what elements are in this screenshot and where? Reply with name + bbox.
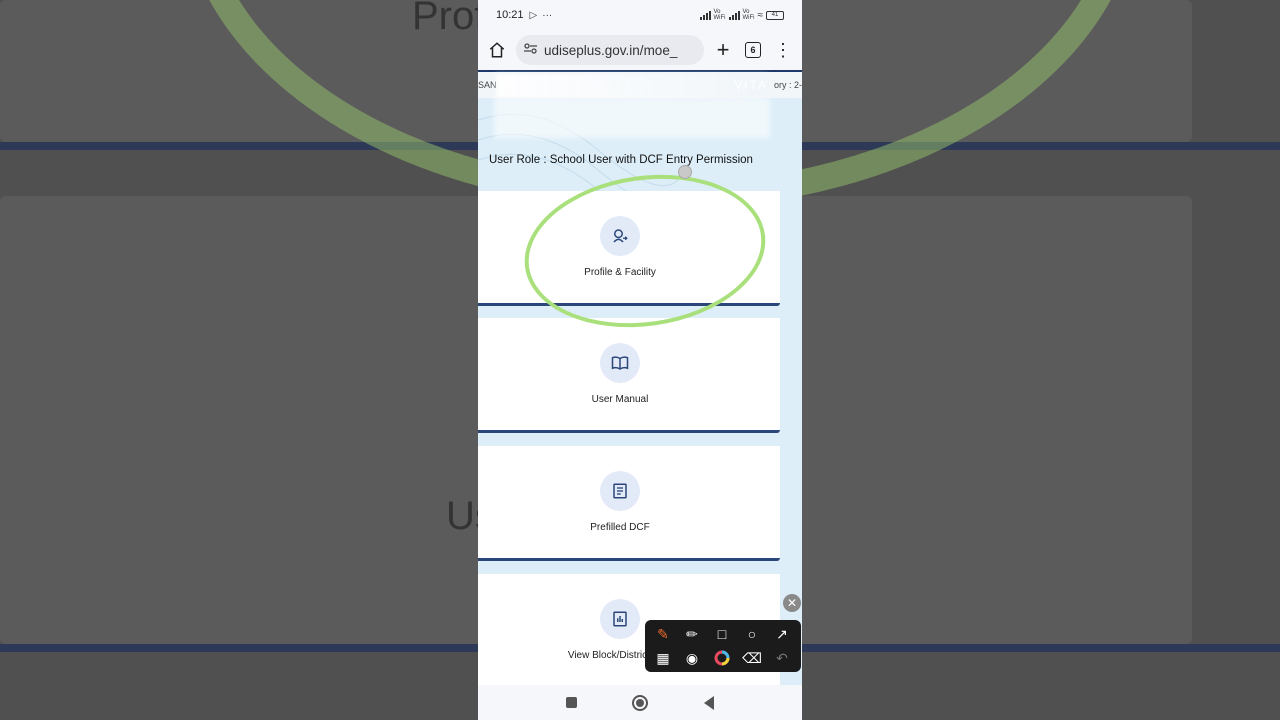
more-notifications-icon: ··· — [542, 9, 553, 21]
document-icon — [600, 471, 640, 511]
tab-switcher-button[interactable]: 6 — [742, 39, 764, 61]
new-tab-icon[interactable]: + — [712, 37, 734, 62]
home-button[interactable] — [632, 694, 649, 711]
close-toolbar-icon[interactable]: ✕ — [783, 594, 801, 612]
tab-count: 6 — [745, 42, 761, 58]
menu-icon[interactable]: ⋮ — [772, 39, 794, 61]
card-label: Prefilled DCF — [590, 522, 650, 533]
chart-report-icon — [600, 599, 640, 639]
user-manual-card[interactable]: User Manual — [478, 318, 780, 433]
header-left-text: SAN — [478, 80, 497, 90]
browser-toolbar: udiseplus.gov.in/moe_ + 6 ⋮ — [478, 30, 802, 70]
battery-icon: 41 — [766, 10, 784, 20]
annotation-pointer — [678, 165, 692, 179]
pen-icon[interactable]: ✎ — [653, 624, 673, 644]
status-bar: 10:21 ▷ ··· Vo WiFi Vo WiFi ≈ 41 — [478, 0, 802, 30]
wifi-label: Vo WiFi — [742, 9, 755, 21]
annotation-toolbar: ✎ ✏ □ ○ ↗ ▦ ◉ ⌫ ↶ — [645, 620, 801, 672]
url-text: udiseplus.gov.in/moe_ — [544, 42, 678, 58]
header-strip: SAN VITA ory : 2- — [478, 70, 802, 98]
signal-icon — [699, 10, 711, 20]
circle-icon[interactable]: ○ — [742, 624, 762, 644]
mosaic-icon[interactable]: ▦ — [653, 648, 673, 668]
watermark: VITA — [734, 78, 768, 92]
user-role-label: User Role : School User with DCF Entry P… — [489, 154, 753, 166]
signal-icon — [728, 10, 740, 20]
status-icons: Vo WiFi Vo WiFi ≈ 41 — [699, 9, 784, 21]
book-icon — [600, 343, 640, 383]
wifi-icon: ≈ — [757, 9, 764, 21]
rectangle-icon[interactable]: □ — [712, 624, 732, 644]
home-icon[interactable] — [486, 39, 508, 61]
marker-icon[interactable]: ✏ — [682, 624, 702, 644]
back-button[interactable] — [704, 695, 715, 710]
wifi-label: Vo WiFi — [713, 9, 726, 21]
card-label: User Manual — [591, 394, 649, 405]
undo-icon[interactable]: ↶ — [772, 648, 792, 668]
page-content: SAN VITA ory : 2- User Role : School Use… — [478, 70, 802, 685]
blurred-area — [494, 98, 770, 138]
eraser-icon[interactable]: ⌫ — [742, 648, 762, 668]
header-right-text: ory : 2- — [773, 80, 802, 90]
arrow-icon[interactable]: ↗ — [772, 624, 792, 644]
site-settings-icon[interactable] — [524, 43, 537, 57]
android-nav-bar — [478, 685, 802, 720]
phone-screen: 10:21 ▷ ··· Vo WiFi Vo WiFi ≈ 41 udisepl… — [478, 0, 802, 720]
status-time: 10:21 — [496, 9, 524, 21]
address-bar[interactable]: udiseplus.gov.in/moe_ — [516, 35, 704, 65]
camera-icon[interactable]: ◉ — [682, 648, 702, 668]
blurred-header — [496, 74, 768, 98]
prefilled-dcf-card[interactable]: Prefilled DCF — [478, 446, 780, 561]
play-icon: ▷ — [529, 9, 538, 21]
recents-button[interactable] — [565, 697, 577, 708]
color-wheel-icon[interactable] — [712, 648, 732, 668]
